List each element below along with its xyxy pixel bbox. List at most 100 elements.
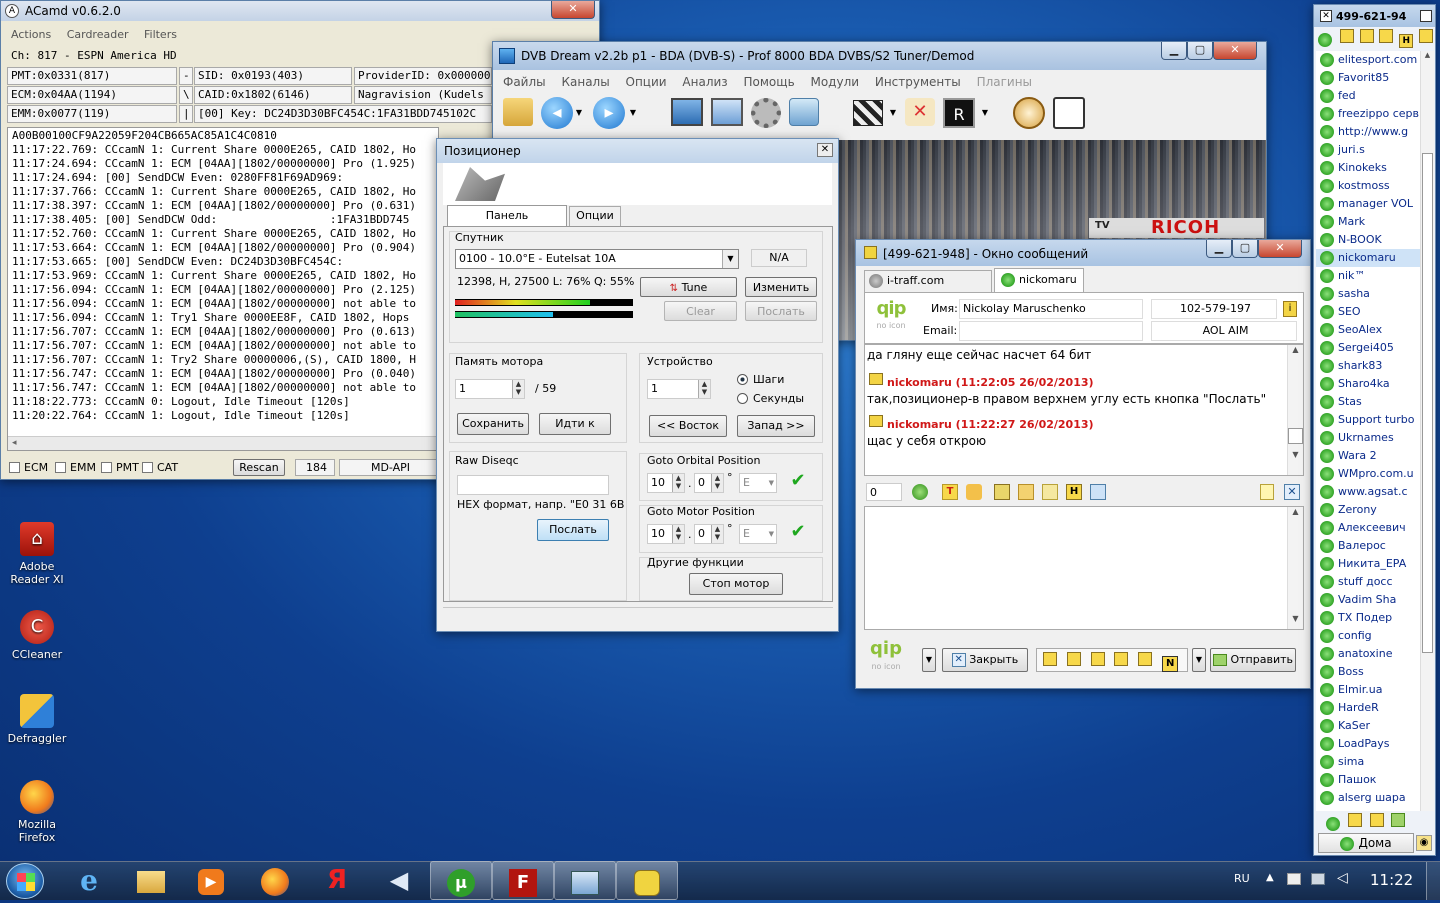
- acamd-close-button[interactable]: ✕: [551, 1, 595, 19]
- contact-list-item[interactable]: Валерос: [1316, 537, 1420, 555]
- history-icon[interactable]: H: [1066, 484, 1082, 500]
- orbital-go-check-icon[interactable]: ✔: [789, 471, 807, 491]
- send-button[interactable]: Послать: [537, 519, 609, 541]
- bottom-settings-icon[interactable]: [1391, 813, 1406, 827]
- contact-list-item[interactable]: Никита_EPA: [1316, 555, 1420, 573]
- dvbdream-menu-plugins[interactable]: Плагины: [977, 75, 1032, 89]
- contact-list-item[interactable]: Mark: [1316, 213, 1420, 231]
- desktop-icon-adobe-reader[interactable]: ⌂ Adobe Reader XI: [2, 522, 72, 586]
- acamd-log-scrollbar[interactable]: ◂: [8, 436, 438, 450]
- folder-icon[interactable]: [1018, 484, 1034, 500]
- taskbar-filezilla[interactable]: F: [492, 861, 554, 900]
- positioner-close-button[interactable]: ✕: [817, 143, 833, 157]
- motor-direction-select[interactable]: E ▼: [739, 524, 777, 544]
- contact-list-item[interactable]: freezippo серв: [1316, 105, 1420, 123]
- contact-list-item[interactable]: manager VOL: [1316, 195, 1420, 213]
- send-disabled-button[interactable]: Послать: [745, 301, 817, 321]
- screenshot-icon[interactable]: [789, 98, 819, 126]
- contact-list[interactable]: elitesport.com Favorit85 fed freezippo серв…: [1316, 51, 1420, 811]
- contact-list-item[interactable]: WMpro.com.u: [1316, 465, 1420, 483]
- taskbar-explorer[interactable]: [120, 861, 182, 900]
- close-input-icon[interactable]: ✕: [1284, 484, 1300, 500]
- contact-list-item[interactable]: Ukrnames: [1316, 429, 1420, 447]
- message-input[interactable]: ▲ ▼: [864, 506, 1304, 630]
- quick-h-icon[interactable]: [1043, 652, 1057, 666]
- toolbar-sound-icon[interactable]: [1419, 29, 1434, 43]
- contact-list-window-icon[interactable]: [1420, 10, 1432, 22]
- contact-list-item[interactable]: HardeR: [1316, 699, 1420, 717]
- desktop-icon-defraggler[interactable]: Defraggler: [2, 694, 72, 745]
- ecm-checkbox[interactable]: [9, 462, 20, 473]
- forward-dropdown-icon[interactable]: ▼: [629, 108, 637, 117]
- history-dropdown-button[interactable]: ▼: [922, 648, 936, 672]
- spinner-arrows-icon[interactable]: ▲ ▼: [711, 474, 723, 492]
- tray-expand-icon[interactable]: ▲: [1266, 872, 1274, 883]
- cat-checkbox[interactable]: [142, 462, 153, 473]
- status-selector[interactable]: Дома: [1318, 833, 1414, 853]
- clapper-dropdown-icon[interactable]: ▼: [889, 108, 897, 117]
- spectrum-icon[interactable]: [711, 98, 743, 126]
- seconds-radio[interactable]: [737, 393, 748, 404]
- contact-list-item[interactable]: nik™: [1316, 267, 1420, 285]
- contact-list-item[interactable]: anatoxine: [1316, 645, 1420, 663]
- quick-link-icon[interactable]: [1114, 652, 1129, 666]
- input-scrollbar[interactable]: ▲ ▼: [1287, 507, 1303, 629]
- clear-button[interactable]: Clear: [664, 301, 737, 321]
- send-file-icon[interactable]: [966, 484, 982, 500]
- contact-list-item[interactable]: Sergei405: [1316, 339, 1420, 357]
- spinner-arrows-icon[interactable]: ▲ ▼: [672, 525, 684, 543]
- taskbar-media-player[interactable]: ▶: [180, 861, 242, 900]
- smiley-icon[interactable]: [912, 484, 928, 500]
- language-indicator[interactable]: RU: [1234, 872, 1250, 885]
- dvbdream-close-button[interactable]: ✕: [1213, 42, 1257, 60]
- toolbar-msg-icon[interactable]: [1339, 29, 1354, 43]
- positioner-dish-icon[interactable]: [1053, 97, 1085, 129]
- contact-list-item[interactable]: nickomaru: [1316, 249, 1420, 267]
- contact-list-item[interactable]: sasha: [1316, 285, 1420, 303]
- gear-icon[interactable]: [751, 98, 781, 128]
- close-chat-button[interactable]: ✕ Закрыть: [942, 648, 1028, 672]
- orbital-direction-select[interactable]: E ▼: [739, 473, 777, 493]
- contact-list-item[interactable]: stuff досс: [1316, 573, 1420, 591]
- status-clover-icon[interactable]: [1318, 32, 1332, 47]
- quick-doc-icon[interactable]: [1066, 652, 1081, 666]
- clock[interactable]: 11:22: [1370, 871, 1413, 889]
- raw-diseqc-input[interactable]: [457, 475, 609, 495]
- dvbdream-menu-analysis[interactable]: Анализ: [682, 75, 727, 89]
- orbital-degree-spinner[interactable]: 10 ▲ ▼: [647, 473, 685, 493]
- contact-list-item[interactable]: sima: [1316, 753, 1420, 771]
- quick-contact-icon[interactable]: [1090, 652, 1105, 666]
- main-menu-clover-icon[interactable]: [1326, 816, 1340, 831]
- contact-list-item[interactable]: juri.s: [1316, 141, 1420, 159]
- dvbdream-menu-files[interactable]: Файлы: [503, 75, 546, 89]
- acamd-log[interactable]: A00B00100CF9A22059F204CB665AC85A1C4C0810…: [7, 127, 439, 451]
- steps-radio[interactable]: [737, 374, 748, 385]
- dvbdream-menu-help[interactable]: Помощь: [744, 75, 795, 89]
- taskbar-firefox[interactable]: [244, 861, 306, 900]
- privacy-eye-icon[interactable]: ◉: [1416, 835, 1432, 851]
- rescan-button[interactable]: Rescan: [233, 459, 285, 476]
- contact-list-item[interactable]: alserg шара: [1316, 789, 1420, 807]
- dvbdream-maximize-button[interactable]: ▢: [1187, 42, 1213, 60]
- orbital-decimal-spinner[interactable]: 0 ▲ ▼: [694, 473, 724, 493]
- motor-degree-spinner[interactable]: 10 ▲ ▼: [647, 524, 685, 544]
- translit-icon[interactable]: [1090, 484, 1106, 500]
- contact-list-item[interactable]: Favorit85: [1316, 69, 1420, 87]
- motor-decimal-spinner[interactable]: 0 ▲ ▼: [694, 524, 724, 544]
- desktop-icon-ccleaner[interactable]: C CCleaner: [2, 610, 72, 661]
- dvbdream-menu-tools[interactable]: Инструменты: [875, 75, 961, 89]
- toolbar-contact-icon[interactable]: [1379, 29, 1394, 43]
- device-spinner[interactable]: 1 ▲ ▼: [647, 379, 711, 399]
- history-scrollbar[interactable]: ▲ ▼: [1287, 345, 1303, 475]
- message-close-button[interactable]: ✕: [1258, 240, 1302, 258]
- dvbdream-minimize-button[interactable]: ▁: [1161, 42, 1187, 60]
- contact-list-item[interactable]: Zerony: [1316, 501, 1420, 519]
- show-desktop-button[interactable]: [1426, 862, 1440, 900]
- timer-icon[interactable]: [1013, 97, 1045, 129]
- bottom-groups-icon[interactable]: [1369, 813, 1384, 827]
- contact-list-item[interactable]: Support turbo: [1316, 411, 1420, 429]
- recorder-dropdown-icon[interactable]: ▼: [981, 108, 989, 117]
- message-minimize-button[interactable]: ▁: [1206, 240, 1232, 258]
- toolbar-history-icon[interactable]: H: [1399, 34, 1414, 48]
- contact-list-item[interactable]: Elmir.ua: [1316, 681, 1420, 699]
